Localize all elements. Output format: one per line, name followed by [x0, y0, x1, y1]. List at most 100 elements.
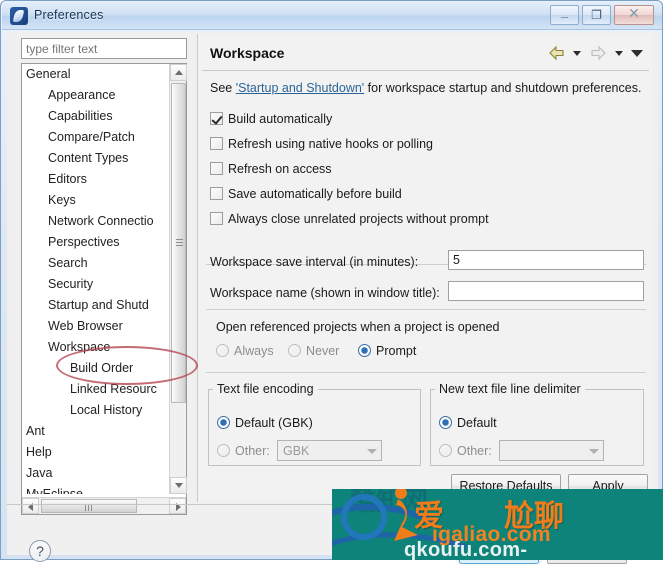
tree-item[interactable]: Workspace	[22, 337, 170, 358]
divider-above-groups	[206, 372, 646, 373]
checkbox-indicator[interactable]	[210, 212, 223, 225]
see-suffix: for workspace startup and shutdown prefe…	[364, 81, 642, 95]
tree-item[interactable]: Local History	[22, 400, 170, 421]
open-referenced-option-label: Prompt	[376, 344, 417, 358]
close-button[interactable]: ✕	[614, 5, 654, 25]
workspace-name-row: Workspace name (shown in window title):	[210, 286, 440, 300]
checkbox-indicator[interactable]	[210, 162, 223, 175]
tree-item[interactable]: Ant	[22, 421, 170, 442]
checkbox-indicator[interactable]	[210, 187, 223, 200]
encoding-other-label: Other:	[235, 444, 270, 458]
cancel-button[interactable]	[547, 538, 627, 564]
tree-item[interactable]: Help	[22, 442, 170, 463]
encoding-default-label: Default (GBK)	[235, 416, 313, 430]
ok-button[interactable]	[459, 538, 539, 564]
open-referenced-option[interactable]: Always	[216, 344, 274, 358]
radio-indicator[interactable]	[358, 344, 371, 357]
tree-horizontal-scrollbar[interactable]	[22, 497, 186, 514]
workspace-name-label: Workspace name (shown in window title):	[210, 286, 440, 300]
window-titlebar[interactable]: Preferences – ❐ ✕	[2, 2, 662, 30]
minimize-icon: –	[560, 9, 569, 24]
text-file-encoding-group: Text file encoding Default (GBK) Other: …	[208, 382, 421, 466]
apply-button[interactable]: Apply	[568, 474, 648, 498]
tree-item[interactable]: Security	[22, 274, 170, 295]
workspace-name-input[interactable]	[448, 281, 644, 301]
see-prefix: See	[210, 81, 236, 95]
scroll-up-arrow-icon[interactable]	[170, 64, 187, 81]
tree-item[interactable]: Editors	[22, 169, 170, 190]
open-referenced-option[interactable]: Never	[288, 344, 339, 358]
encoding-other-value: GBK	[283, 444, 310, 458]
back-arrow-icon[interactable]	[546, 43, 568, 63]
tree-item[interactable]: Web Browser	[22, 316, 170, 337]
checkbox-label: Always close unrelated projects without …	[228, 212, 489, 226]
checkbox-indicator[interactable]	[210, 112, 223, 125]
page-title: Workspace	[210, 45, 285, 61]
radio-indicator[interactable]	[288, 344, 301, 357]
tree-item[interactable]: General	[22, 64, 170, 85]
radio-indicator	[439, 416, 452, 429]
line-delimiter-legend: New text file line delimiter	[439, 382, 581, 396]
save-interval-label: Workspace save interval (in minutes):	[210, 255, 419, 269]
radio-indicator	[217, 416, 230, 429]
delimiter-default-label: Default	[457, 416, 497, 430]
preference-tree[interactable]: General Appearance Capabilities Compare/Pat…	[21, 63, 187, 515]
delimiter-other-radio[interactable]: Other:	[439, 444, 492, 458]
filter-input[interactable]	[21, 38, 187, 59]
tree-item[interactable]: Perspectives	[22, 232, 170, 253]
workspace-preference-page: Workspace See 'Startup and Shutdown' for…	[197, 34, 652, 502]
tree-item[interactable]: Java	[22, 463, 170, 484]
chevron-down-icon	[367, 449, 377, 454]
restore-defaults-button[interactable]: Restore Defaults	[451, 474, 561, 498]
tree-item[interactable]: Build Order	[22, 358, 170, 379]
open-referenced-label: Open referenced projects when a project …	[216, 320, 500, 334]
tree-item[interactable]: Startup and Shutd	[22, 295, 170, 316]
checkbox-row[interactable]: Always close unrelated projects without …	[210, 212, 489, 226]
help-question-mark-icon[interactable]: ?	[29, 540, 51, 562]
preferences-window: Preferences – ❐ ✕ GeneralAppearanceCapab…	[0, 0, 663, 564]
tree-item[interactable]: MyEclipse	[22, 484, 170, 494]
radio-indicator[interactable]	[216, 344, 229, 357]
delimiter-other-label: Other:	[457, 444, 492, 458]
view-menu-chevron-down-icon[interactable]	[629, 43, 646, 63]
maximize-button[interactable]: ❐	[582, 5, 611, 25]
tree-item[interactable]: Keys	[22, 190, 170, 211]
text-file-encoding-legend: Text file encoding	[217, 382, 314, 396]
preferences-sidebar: GeneralAppearanceCapabilitiesCompare/Pat…	[13, 34, 198, 515]
tree-item[interactable]: Appearance	[22, 85, 170, 106]
close-icon: ✕	[628, 5, 640, 21]
preference-tree-list: General Appearance Capabilities Compare/Pat…	[22, 64, 170, 494]
tree-item[interactable]: Linked Resourc	[22, 379, 170, 400]
open-referenced-option[interactable]: Prompt	[358, 344, 416, 358]
checkbox-row[interactable]: Refresh on access	[210, 162, 332, 176]
tree-vertical-scrollbar[interactable]	[169, 64, 187, 494]
checkbox-row[interactable]: Build automatically	[210, 112, 332, 126]
tree-item[interactable]: Network Connectio	[22, 211, 170, 232]
tree-item[interactable]: Capabilities	[22, 106, 170, 127]
scroll-left-arrow-icon[interactable]	[22, 498, 39, 514]
checkbox-label: Save automatically before build	[228, 187, 402, 201]
checkbox-row[interactable]: Save automatically before build	[210, 187, 402, 201]
horizontal-scroll-thumb[interactable]	[41, 499, 137, 513]
vertical-scroll-thumb[interactable]	[171, 83, 186, 403]
checkbox-row[interactable]: Refresh using native hooks or polling	[210, 137, 433, 151]
divider-above-referenced	[206, 309, 646, 310]
tree-item[interactable]: Compare/Patch	[22, 127, 170, 148]
encoding-other-radio[interactable]: Other:	[217, 444, 270, 458]
delimiter-default-radio[interactable]: Default	[439, 416, 497, 430]
minimize-button[interactable]: –	[550, 5, 579, 25]
checkbox-indicator[interactable]	[210, 137, 223, 150]
scroll-right-arrow-icon[interactable]	[169, 498, 186, 514]
encoding-other-combo[interactable]: GBK	[277, 440, 382, 461]
encoding-default-radio[interactable]: Default (GBK)	[217, 416, 313, 430]
footer-divider	[7, 504, 658, 505]
tree-item[interactable]: Search	[22, 253, 170, 274]
eclipse-icon	[10, 7, 28, 25]
save-interval-input[interactable]	[448, 250, 644, 270]
delimiter-other-combo[interactable]	[499, 440, 604, 461]
open-referenced-option-label: Always	[234, 344, 274, 358]
scroll-down-arrow-icon[interactable]	[170, 477, 187, 494]
startup-shutdown-link[interactable]: 'Startup and Shutdown'	[236, 81, 364, 95]
tree-item[interactable]: Content Types	[22, 148, 170, 169]
back-history-chevron-down-icon[interactable]	[571, 43, 584, 63]
